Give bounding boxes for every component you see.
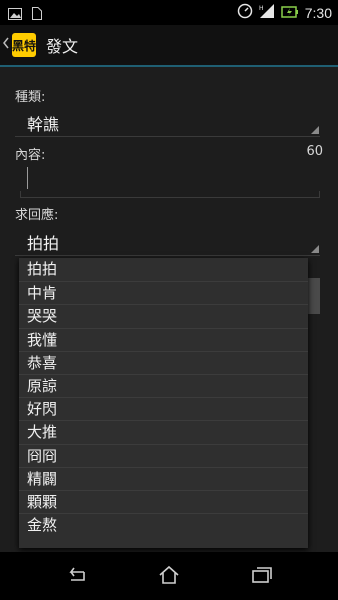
- app-logo-text: 黑特: [12, 38, 37, 53]
- dropdown-item[interactable]: 中肯: [19, 281, 308, 304]
- response-spinner-value: 拍拍: [27, 234, 60, 253]
- svg-text:H: H: [259, 5, 264, 12]
- dropdown-item[interactable]: 大推: [19, 420, 308, 443]
- response-dropdown: 拍拍 中肯 哭哭 我懂 恭喜 原諒 好閃 大推 冏冏 精闢 顆顆 金熬: [19, 258, 308, 548]
- text-caret: [27, 167, 28, 189]
- spinner-underline: [15, 136, 320, 137]
- input-left-edge: [20, 191, 21, 197]
- app-logo[interactable]: 黑特: [12, 33, 36, 57]
- spinner-underline: [15, 255, 320, 256]
- back-arrow-icon[interactable]: [64, 564, 88, 590]
- home-icon[interactable]: [157, 564, 181, 590]
- submit-button-edge[interactable]: [306, 278, 320, 314]
- recent-apps-icon[interactable]: [250, 564, 274, 590]
- file-notification-icon: [32, 5, 42, 24]
- dropdown-item[interactable]: 金熬: [19, 513, 308, 536]
- dropdown-item[interactable]: 原諒: [19, 373, 308, 397]
- dropdown-item[interactable]: 我懂: [19, 327, 308, 351]
- response-label: 求回應:: [15, 208, 59, 223]
- speedometer-icon: [237, 3, 253, 23]
- dropdown-item[interactable]: 拍拍: [19, 258, 308, 281]
- battery-icon: [281, 4, 299, 23]
- dropdown-item[interactable]: 好閃: [19, 397, 308, 420]
- input-right-edge: [319, 191, 320, 197]
- type-label: 種類:: [15, 90, 46, 105]
- clock: 7:30: [304, 5, 332, 21]
- content-label: 內容:: [15, 148, 46, 163]
- dropdown-item[interactable]: 冏冏: [19, 443, 308, 467]
- spinner-arrow-icon: [311, 126, 319, 134]
- page-title: 發文: [46, 37, 79, 56]
- dropdown-item[interactable]: 顆顆: [19, 489, 308, 513]
- navigation-bar: [0, 552, 338, 600]
- gallery-notification-icon: [8, 5, 22, 24]
- type-spinner-value: 幹譙: [27, 115, 60, 134]
- signal-icon: H: [259, 3, 275, 23]
- back-chevron-icon[interactable]: [2, 37, 12, 53]
- dropdown-item[interactable]: 精闢: [19, 466, 308, 490]
- action-bar: 黑特 發文: [0, 25, 338, 67]
- dropdown-item[interactable]: 哭哭: [19, 304, 308, 327]
- dropdown-item[interactable]: 恭喜: [19, 350, 308, 374]
- spinner-arrow-icon: [311, 245, 319, 253]
- status-bar: H 7:30: [0, 0, 338, 25]
- content-input[interactable]: [20, 167, 320, 198]
- char-counter: 60: [306, 144, 323, 159]
